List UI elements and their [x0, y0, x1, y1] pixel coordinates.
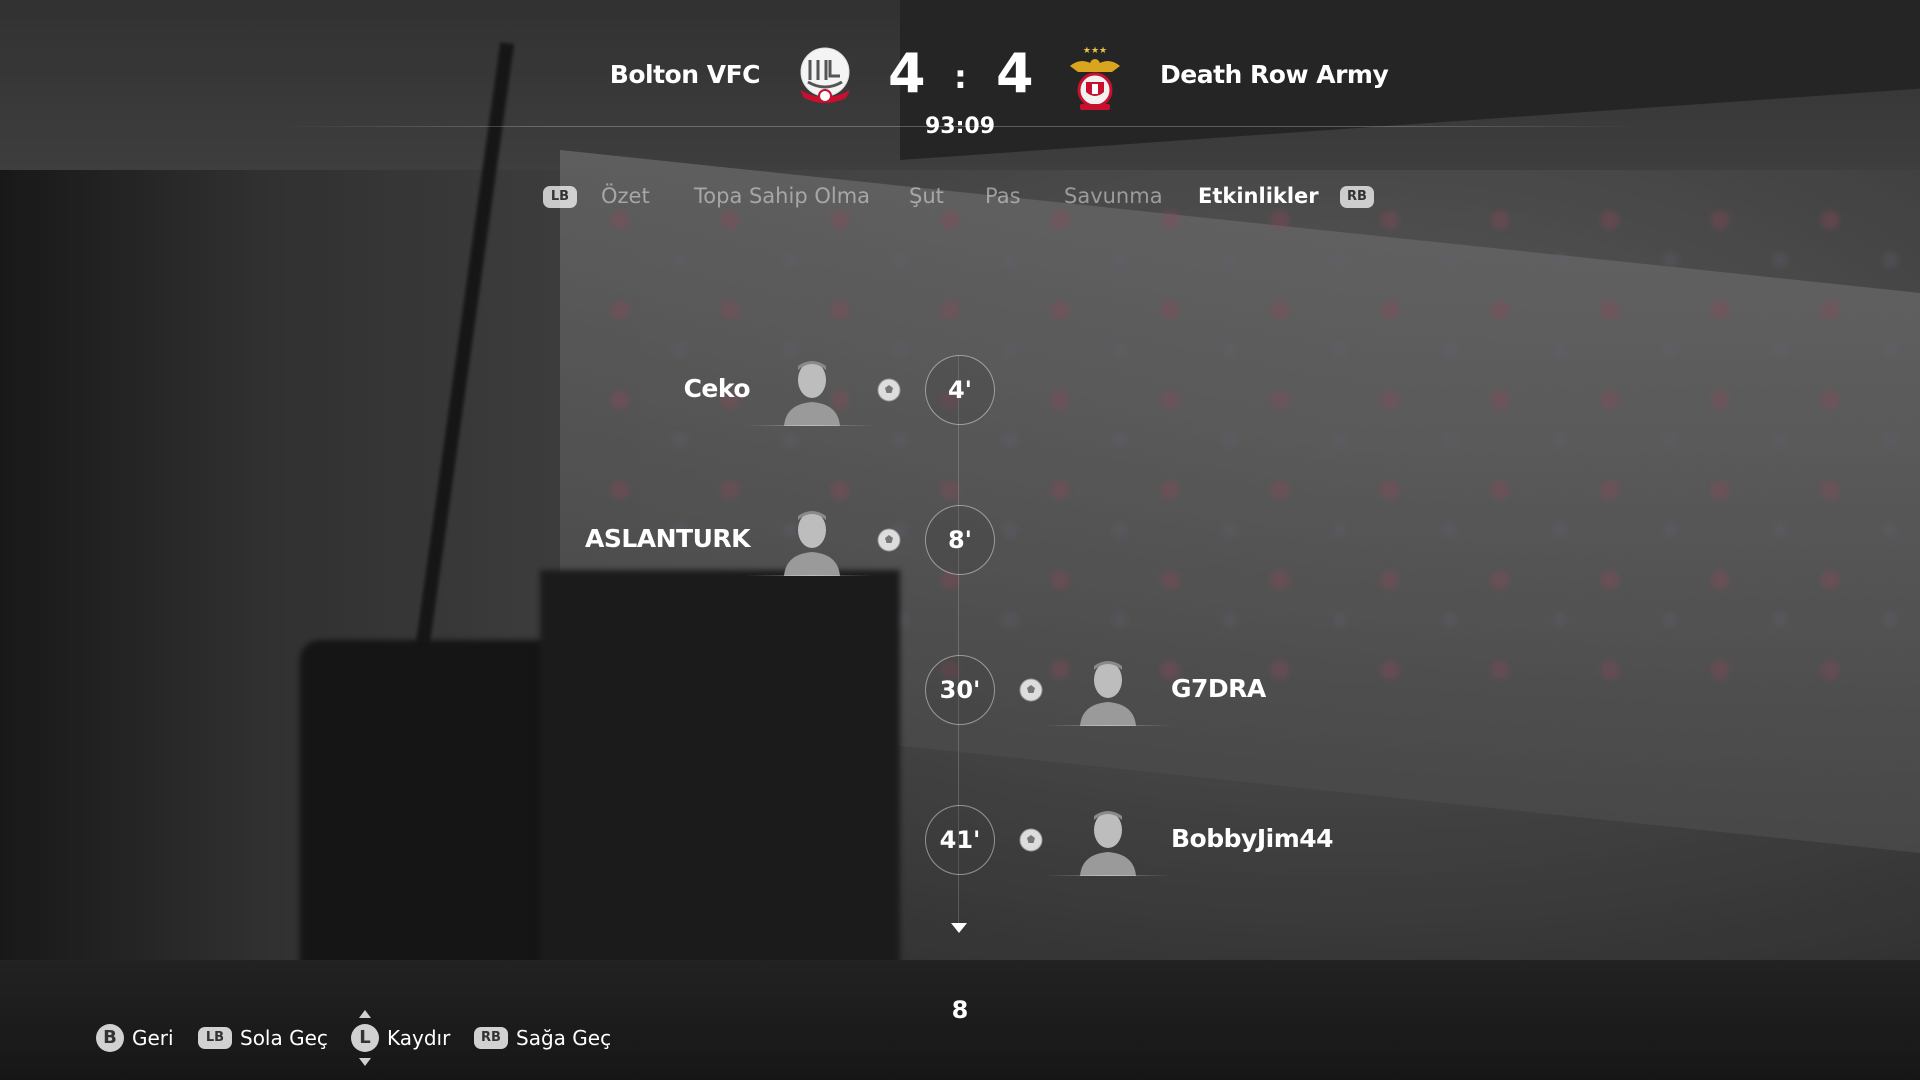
- player-avatar-icon: [1076, 806, 1140, 876]
- match-clock: 93:09: [924, 114, 996, 139]
- stick-up-arrow-icon: [359, 1010, 371, 1018]
- rb-button-icon: RB: [474, 1026, 508, 1049]
- tab-defense[interactable]: Savunma: [1064, 184, 1163, 208]
- event-minute: 41': [925, 805, 995, 875]
- switch-left-label: Sola Geç: [240, 1025, 328, 1050]
- event-player-name: BobbyJim44: [1171, 824, 1334, 853]
- player-avatar-icon: [780, 506, 844, 576]
- event-player-name: Ceko: [683, 374, 751, 403]
- player-avatar-icon: [1076, 656, 1140, 726]
- event-underline: [1043, 725, 1173, 726]
- switch-left-control[interactable]: LB Sola Geç: [198, 1024, 328, 1050]
- bolton-crest-icon: [796, 46, 854, 108]
- switch-right-control[interactable]: RB Sağa Geç: [474, 1024, 611, 1050]
- home-team-name: Bolton VFC: [609, 60, 761, 89]
- scroll-control[interactable]: L Kaydır: [351, 1024, 450, 1052]
- away-score: 4: [996, 42, 1034, 105]
- scroll-down-icon[interactable]: [951, 923, 967, 933]
- back-control[interactable]: B Geri: [96, 1024, 174, 1052]
- event-player-name: ASLANTURK: [584, 524, 751, 553]
- tab-possession[interactable]: Topa Sahip Olma: [694, 184, 870, 208]
- score-separator: :: [954, 58, 967, 96]
- switch-right-label: Sağa Geç: [516, 1025, 612, 1050]
- lb-button-icon[interactable]: LB: [543, 186, 577, 208]
- soccer-ball-icon: [877, 378, 901, 402]
- event-underline: [745, 425, 875, 426]
- stick-down-arrow-icon: [359, 1058, 371, 1066]
- tab-events[interactable]: Etkinlikler: [1198, 184, 1319, 208]
- player-avatar-icon: [780, 356, 844, 426]
- b-button-icon: B: [96, 1024, 124, 1052]
- away-team-name: Death Row Army: [1160, 60, 1389, 89]
- soccer-ball-icon: [1019, 828, 1043, 852]
- event-underline: [745, 575, 875, 576]
- left-stick-icon: L: [351, 1024, 379, 1052]
- tab-summary[interactable]: Özet: [601, 184, 650, 208]
- tab-passes[interactable]: Pas: [985, 184, 1021, 208]
- svg-text:★★★: ★★★: [1083, 46, 1107, 56]
- tab-shots[interactable]: Şut: [909, 184, 944, 208]
- event-minute: 8': [925, 505, 995, 575]
- soccer-ball-icon: [1019, 678, 1043, 702]
- rb-button-icon[interactable]: RB: [1340, 186, 1374, 208]
- event-minute: 4': [925, 355, 995, 425]
- event-underline: [1043, 875, 1173, 876]
- stats-tab-bar: LB Özet Topa Sahip Olma Şut Pas Savunma …: [0, 184, 1920, 214]
- scroll-label: Kaydır: [387, 1026, 451, 1050]
- event-player-name: G7DRA: [1171, 674, 1266, 703]
- event-count: 8: [951, 996, 969, 1024]
- home-score: 4: [888, 42, 926, 105]
- lb-button-icon: LB: [198, 1026, 232, 1049]
- soccer-ball-icon: [877, 528, 901, 552]
- benfica-crest-icon: ★★★: [1066, 44, 1124, 112]
- back-label: Geri: [132, 1026, 174, 1050]
- event-minute: 30': [925, 655, 995, 725]
